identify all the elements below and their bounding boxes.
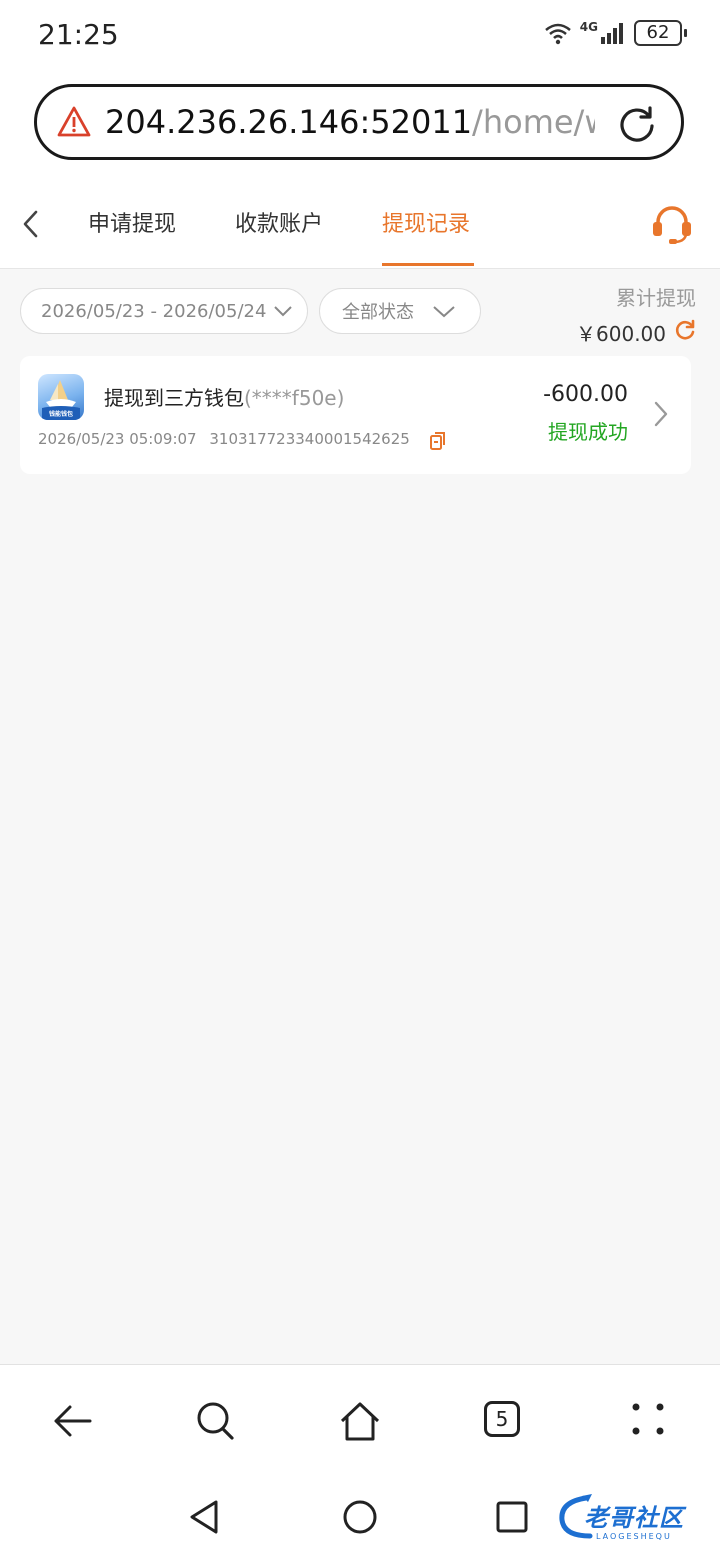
battery-icon: 62 [634, 20, 687, 46]
total-withdraw-label: 累计提现 [616, 286, 696, 310]
chevron-down-icon [274, 306, 292, 317]
system-recents-icon[interactable] [493, 1498, 531, 1536]
url-text[interactable]: 204.236.26.146:52011/home/with [105, 103, 595, 141]
status-filter[interactable]: 全部状态 [319, 288, 481, 334]
record-meta: 2026/05/23 05:09:07 31031772334000154262… [38, 430, 410, 448]
search-icon[interactable] [194, 1399, 238, 1443]
chevron-right-icon[interactable] [653, 400, 669, 428]
copy-icon[interactable] [430, 432, 446, 450]
browser-toolbar: 5 [0, 1364, 720, 1475]
watermark-subtext: LAOGESHEQU [596, 1532, 672, 1541]
tabs-count-button[interactable]: 5 [484, 1401, 520, 1437]
tab-withdraw-records[interactable]: 提现记录 [382, 206, 470, 238]
masked-account: (****f50e) [244, 386, 345, 410]
tab-payee-account[interactable]: 收款账户 [235, 206, 323, 238]
warning-triangle-icon[interactable] [57, 105, 91, 139]
reload-icon[interactable] [617, 104, 657, 144]
home-icon[interactable] [338, 1399, 382, 1443]
back-arrow-icon[interactable] [50, 1399, 94, 1443]
network-type: 4G [579, 20, 598, 34]
signal-icon [601, 23, 623, 44]
back-chevron-icon[interactable] [18, 206, 44, 242]
system-back-icon[interactable] [186, 1498, 224, 1536]
record-title-text: 提现到三方钱包 [104, 386, 244, 410]
status-bar: 21:25 4G 62 [0, 0, 720, 70]
record-amount: -600.00 [543, 382, 628, 407]
refresh-icon[interactable] [674, 319, 696, 341]
record-datetime: 2026/05/23 05:09:07 [38, 430, 197, 448]
status-time: 21:25 [38, 18, 119, 51]
page-tabs: 申请提现 收款账户 提现记录 [0, 180, 720, 269]
url-host: 204.236.26.146:52011 [105, 103, 473, 141]
address-bar-container: 204.236.26.146:52011/home/with [0, 70, 720, 180]
address-bar[interactable]: 204.236.26.146:52011/home/with [34, 84, 684, 160]
watermark-logo: 老哥社区 LAOGESHEQU [556, 1488, 706, 1548]
system-navigation-bar: 老哥社区 LAOGESHEQU [0, 1474, 720, 1560]
record-status: 提现成功 [548, 420, 628, 444]
record-order-number: 310317723340001542625 [209, 430, 410, 448]
status-icons: 4G 62 [544, 20, 687, 46]
status-filter-text: 全部状态 [342, 302, 414, 323]
date-range-filter[interactable]: 2026/05/23 - 2026/05/24 [20, 288, 308, 334]
chevron-down-icon [433, 306, 455, 318]
record-title: 提现到三方钱包(****f50e) [104, 382, 344, 411]
more-menu-icon[interactable] [626, 1399, 670, 1443]
headset-support-icon[interactable] [650, 202, 694, 246]
filter-bar: 2026/05/23 - 2026/05/24 全部状态 累计提现 ￥600.0… [0, 268, 720, 348]
url-path: /home/with [472, 103, 595, 141]
withdraw-record-item[interactable]: 钱能钱包 提现到三方钱包(****f50e) 2026/05/23 05:09:… [20, 356, 691, 474]
date-range-text: 2026/05/23 - 2026/05/24 [41, 300, 267, 322]
wallet-logo-text: 钱能钱包 [48, 411, 73, 418]
active-tab-indicator [382, 263, 474, 266]
wifi-icon [544, 23, 571, 45]
total-withdraw-value: ￥600.00 [576, 322, 666, 346]
watermark-text: 老哥社区 [584, 1504, 684, 1532]
tab-apply-withdraw[interactable]: 申请提现 [88, 206, 176, 238]
system-home-icon[interactable] [341, 1498, 379, 1536]
wallet-app-logo: 钱能钱包 [38, 374, 84, 420]
